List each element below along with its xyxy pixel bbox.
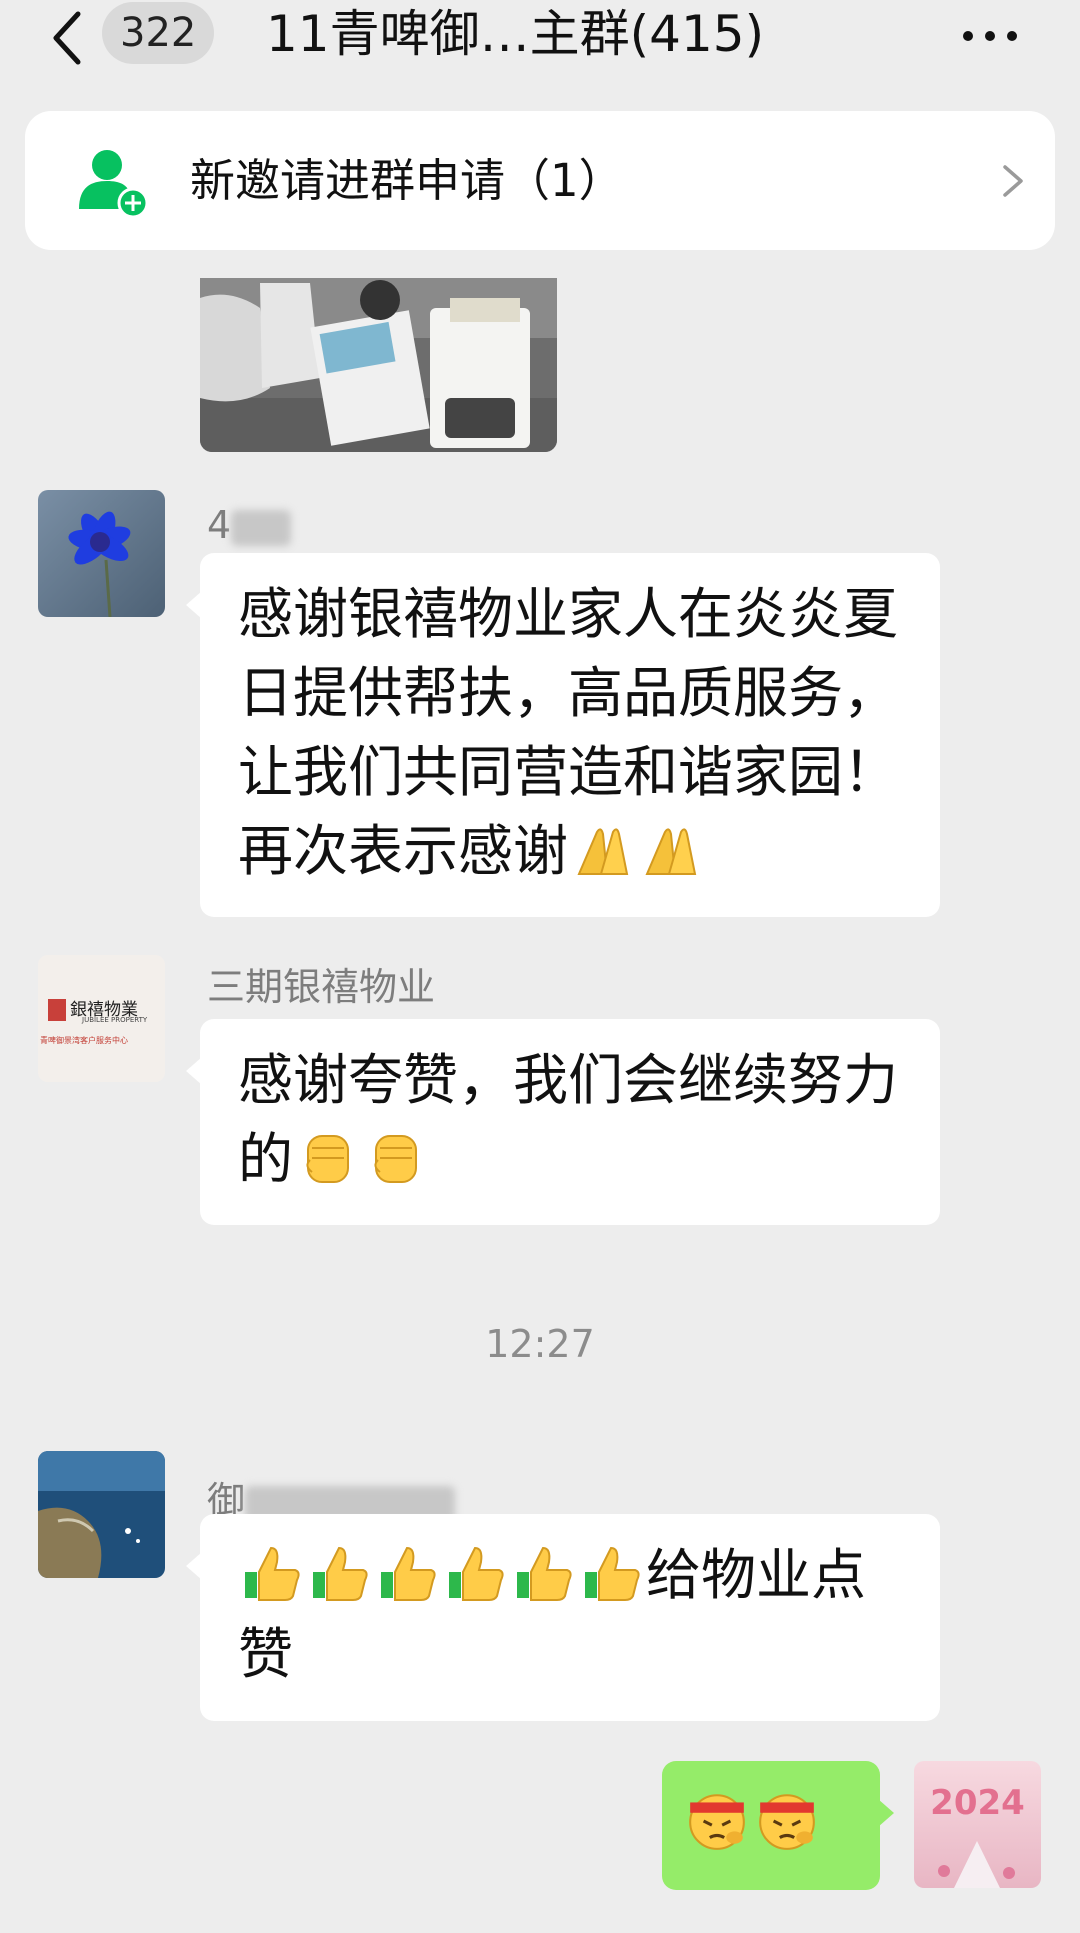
thumbs-up-emoji bbox=[581, 1542, 643, 1604]
avatar[interactable] bbox=[38, 490, 165, 617]
headband-face-emoji bbox=[755, 1785, 819, 1855]
message-bubble[interactable]: 给物业点赞 bbox=[186, 1514, 940, 1721]
shared-photo[interactable] bbox=[200, 278, 557, 452]
folded-hands-emoji bbox=[639, 818, 701, 880]
avatar-year-text: 2024 bbox=[930, 1783, 1025, 1823]
folded-hands-emoji bbox=[571, 818, 633, 880]
back-icon[interactable] bbox=[48, 8, 88, 68]
logo-subtitle: JUBILEE PROPERTY bbox=[82, 1016, 148, 1024]
thumbs-up-emoji bbox=[241, 1542, 303, 1604]
blurred-name bbox=[231, 509, 292, 546]
sender-name: 4 bbox=[207, 500, 292, 550]
unread-count-badge[interactable]: 322 bbox=[102, 2, 215, 64]
thumbs-up-emoji bbox=[377, 1542, 439, 1604]
thumbs-up-emoji bbox=[513, 1542, 575, 1604]
chevron-right-icon bbox=[1003, 165, 1023, 197]
my-avatar[interactable]: 2024 bbox=[914, 1761, 1041, 1888]
my-message-bubble[interactable] bbox=[662, 1761, 894, 1890]
message-bubble[interactable]: 感谢夸赞，我们会继续努力的 bbox=[186, 1019, 940, 1225]
thumbs-up-emoji bbox=[445, 1542, 507, 1604]
group-invite-banner[interactable]: 新邀请进群申请（1） bbox=[25, 111, 1055, 250]
chat-header: 322 11青啤御…主群(415) bbox=[0, 0, 1080, 108]
thumbs-up-emoji bbox=[309, 1542, 371, 1604]
chat-title: 11青啤御…主群(415) bbox=[266, 5, 765, 63]
message-bubble[interactable]: 感谢银禧物业家人在炎炎夏日提供帮扶，高品质服务，让我们共同营造和谐家园！再次表示… bbox=[186, 553, 940, 917]
add-member-icon bbox=[79, 150, 149, 217]
more-options-icon[interactable] bbox=[960, 24, 1020, 48]
raised-fist-emoji bbox=[364, 1126, 426, 1188]
message-text: 感谢银禧物业家人在炎炎夏日提供帮扶，高品质服务，让我们共同营造和谐家园！再次表示… bbox=[238, 582, 899, 883]
invite-banner-text: 新邀请进群申请（1） bbox=[190, 154, 624, 207]
avatar[interactable] bbox=[38, 1451, 165, 1578]
sender-name: 三期银禧物业 bbox=[207, 965, 436, 1009]
logo-caption: 青啤御景湾客户服务中心 bbox=[40, 1036, 128, 1045]
headband-face-emoji bbox=[685, 1785, 749, 1855]
raised-fist-emoji bbox=[296, 1126, 358, 1188]
message-timestamp: 12:27 bbox=[485, 1322, 595, 1366]
avatar[interactable]: 銀禧物業 JUBILEE PROPERTY 青啤御景湾客户服务中心 bbox=[38, 955, 165, 1082]
